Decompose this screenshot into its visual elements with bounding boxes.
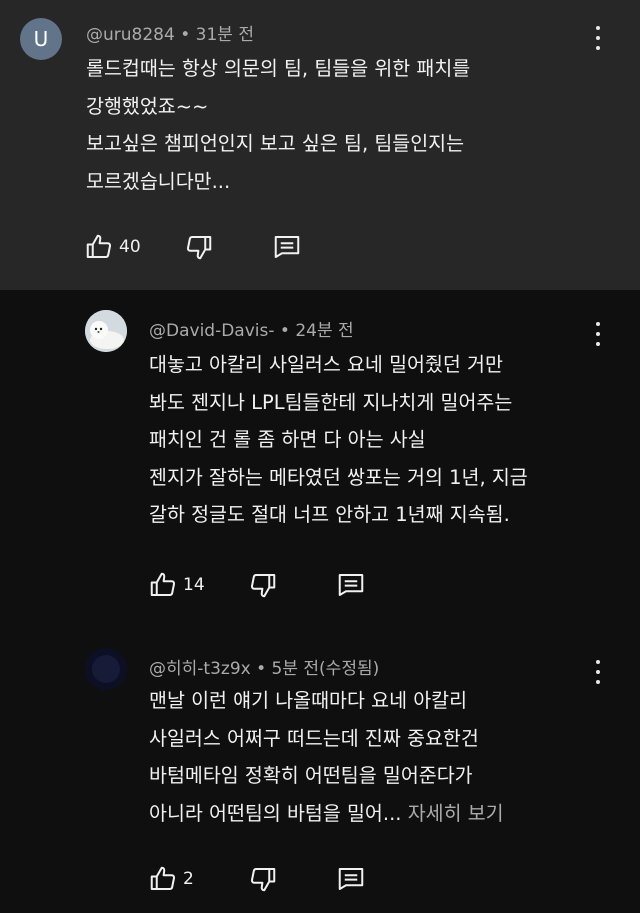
comment-time: 31분 전 — [195, 25, 254, 45]
meta-separator: • — [250, 659, 272, 679]
kebab-menu-icon[interactable] — [594, 660, 602, 684]
comment-time: 5분 전(수정됨) — [271, 659, 380, 679]
meta-separator: • — [174, 25, 196, 45]
like-count: 2 — [183, 869, 194, 889]
comment-line: 젠지가 잘하는 메타였던 쌍포는 거의 1년, 지금 — [149, 465, 528, 489]
thumbs-up-icon — [150, 572, 176, 596]
avatar[interactable]: U — [20, 18, 62, 60]
like-button[interactable]: 14 — [148, 570, 205, 600]
like-button[interactable]: 2 — [148, 864, 194, 894]
avatar[interactable] — [85, 648, 127, 690]
comment-meta: @히히-t3z9x • 5분 전(수정됨) — [149, 654, 379, 679]
reply-button[interactable] — [272, 232, 302, 262]
comment-line: 강행했었죠~~ — [86, 94, 209, 118]
comment-highlighted: U @uru8284 • 31분 전 롤드컵때는 항상 의문의 팀, 팀들을 위… — [0, 0, 640, 290]
reply-button[interactable] — [336, 864, 366, 894]
like-count: 40 — [119, 237, 141, 257]
comment-line: 사일러스 어쩌구 떠드는데 진짜 중요한건 — [149, 726, 479, 750]
comment-line: 바텀메타임 정확히 어떤팀을 밀어준다가 — [149, 764, 473, 787]
comment-author[interactable]: @David-Davis- — [149, 321, 275, 341]
dislike-button[interactable] — [248, 864, 278, 894]
comment-text: 대놓고 아칼리 사일러스 요네 밀어줬던 거만 봐도 젠지나 LPL팀들한테 지… — [149, 346, 609, 534]
comment-time: 24분 전 — [295, 321, 354, 341]
thumbs-up-icon — [86, 234, 112, 258]
dislike-button[interactable] — [184, 232, 214, 262]
like-count: 14 — [183, 575, 205, 595]
comment-line: 봐도 젠지나 LPL팀들한테 지나치게 밀어주는 — [149, 390, 513, 414]
comment-meta: @uru8284 • 31분 전 — [86, 20, 254, 45]
comment-text: 롤드컵때는 항상 의문의 팀, 팀들을 위한 패치를 강행했었죠~~ 보고싶은 … — [86, 50, 606, 200]
comment-line: 아니라 어떤팀의 바텀을 밀어... 자세히 보기 — [149, 795, 609, 833]
reply-button[interactable] — [336, 570, 366, 600]
meta-separator: • — [274, 321, 296, 341]
comment-line: 맨날 이런 얘기 나올때마다 요네 아칼리 — [149, 689, 468, 712]
thumbs-down-icon — [250, 868, 276, 892]
like-button[interactable]: 40 — [84, 232, 141, 262]
reply-comment: @David-Davis- • 24분 전 대놓고 아칼리 사일러스 요네 밀어… — [0, 290, 640, 630]
comment-author[interactable]: @uru8284 — [86, 25, 175, 45]
dislike-button[interactable] — [248, 570, 278, 600]
comment-line: 보고싶은 챔피언인지 보고 싶은 팀, 팀들인지는 — [86, 132, 465, 155]
reply-comment-icon — [274, 236, 300, 258]
comment-author[interactable]: @히히-t3z9x — [149, 659, 251, 679]
comment-line: 갈하 정글도 절대 너프 안하고 1년째 지속됨. — [149, 503, 510, 526]
thumbs-up-icon — [150, 866, 176, 890]
comment-text: 맨날 이런 얘기 나올때마다 요네 아칼리 사일러스 어쩌구 떠드는데 진짜 중… — [149, 682, 609, 832]
read-more-link[interactable]: 자세히 보기 — [408, 802, 504, 825]
thumbs-down-icon — [186, 236, 212, 260]
reply-comment-icon — [338, 574, 364, 596]
kebab-menu-icon[interactable] — [594, 322, 602, 346]
seal-avatar-image — [85, 310, 127, 352]
kebab-menu-icon[interactable] — [594, 26, 602, 50]
comment-line-text: 아니라 어떤팀의 바텀을 밀어... — [149, 801, 402, 825]
thumbs-down-icon — [250, 574, 276, 598]
avatar[interactable] — [85, 310, 127, 352]
comment-line: 대놓고 아칼리 사일러스 요네 밀어줬던 거만 — [149, 353, 503, 376]
reply-comment: @히히-t3z9x • 5분 전(수정됨) 맨날 이런 얘기 나올때마다 요네 … — [0, 630, 640, 913]
comment-line: 롤드컵때는 항상 의문의 팀, 팀들을 위한 패치를 — [86, 57, 471, 80]
dark-avatar-image — [85, 648, 127, 690]
comment-line: 패치인 건 롤 좀 하면 다 아는 사실 — [149, 428, 426, 451]
comment-line: 모르겠습니다만... — [86, 169, 231, 193]
comment-meta: @David-Davis- • 24분 전 — [149, 316, 354, 341]
reply-comment-icon — [338, 868, 364, 890]
